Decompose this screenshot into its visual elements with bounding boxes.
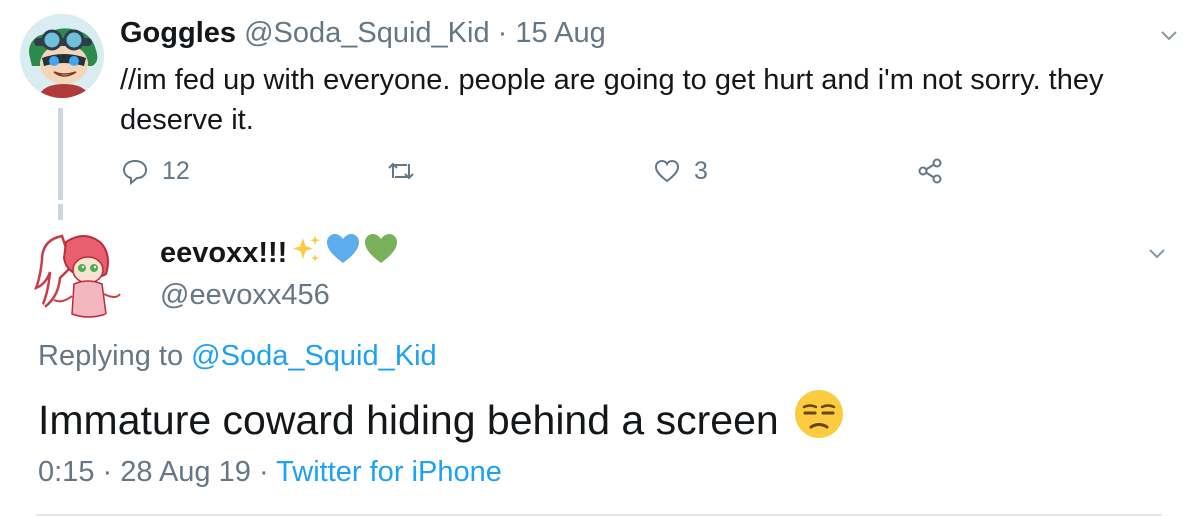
reply-display-name-row: eevoxx!!! — [160, 232, 399, 274]
retweet-icon — [385, 156, 417, 186]
like-button[interactable]: 3 — [652, 156, 708, 186]
reply-tweet-text-row: Immature coward hiding behind a screen — [38, 388, 845, 452]
thread-connector-line — [58, 108, 63, 200]
thread-connector-line-gap — [58, 204, 63, 220]
meta-separator: · — [258, 456, 269, 488]
chevron-down-icon[interactable] — [1156, 22, 1182, 48]
meta-separator: · — [102, 456, 113, 488]
parent-display-name[interactable]: Goggles — [120, 17, 236, 49]
chevron-down-icon[interactable] — [1144, 240, 1170, 266]
tweet-date[interactable]: 28 Aug 19 — [120, 456, 251, 488]
like-icon — [652, 156, 682, 186]
green-heart-emoji — [363, 232, 399, 274]
sparkles-emoji — [289, 232, 323, 274]
tweet-meta-line: 0:15 · 28 Aug 19 · Twitter for iPhone — [38, 454, 502, 490]
blue-heart-emoji — [325, 232, 361, 274]
parent-date[interactable]: 15 Aug — [515, 17, 605, 49]
client-link[interactable]: Twitter for iPhone — [276, 456, 502, 488]
header-separator: · — [497, 17, 508, 49]
parent-tweet-header: Goggles @Soda_Squid_Kid · 15 Aug — [120, 16, 606, 50]
reply-display-name[interactable]: eevoxx!!! — [160, 236, 287, 270]
share-icon — [915, 156, 945, 186]
reply-icon — [120, 156, 150, 186]
parent-tweet-text: //im fed up with everyone. people are go… — [120, 64, 1104, 136]
reply-handle[interactable]: @eevoxx456 — [160, 278, 330, 312]
bottom-divider — [36, 514, 1162, 516]
reply-button[interactable]: 12 — [120, 156, 190, 186]
parent-handle[interactable]: @Soda_Squid_Kid — [244, 17, 490, 49]
unamused-face-emoji — [793, 388, 845, 452]
share-button[interactable] — [915, 156, 945, 186]
reply-tweet-text: Immature coward hiding behind a screen — [38, 397, 779, 443]
reply-count: 12 — [162, 156, 190, 185]
tweet-time[interactable]: 0:15 — [38, 456, 94, 488]
replying-to-label: Replying to — [38, 340, 184, 372]
eevoxx-avatar[interactable] — [32, 226, 128, 322]
replying-to-mention-link[interactable]: @Soda_Squid_Kid — [191, 340, 437, 372]
replying-to-line: Replying to @Soda_Squid_Kid — [38, 338, 437, 374]
like-count: 3 — [694, 156, 708, 185]
goggles-avatar[interactable] — [20, 14, 104, 98]
retweet-button[interactable] — [385, 156, 429, 186]
